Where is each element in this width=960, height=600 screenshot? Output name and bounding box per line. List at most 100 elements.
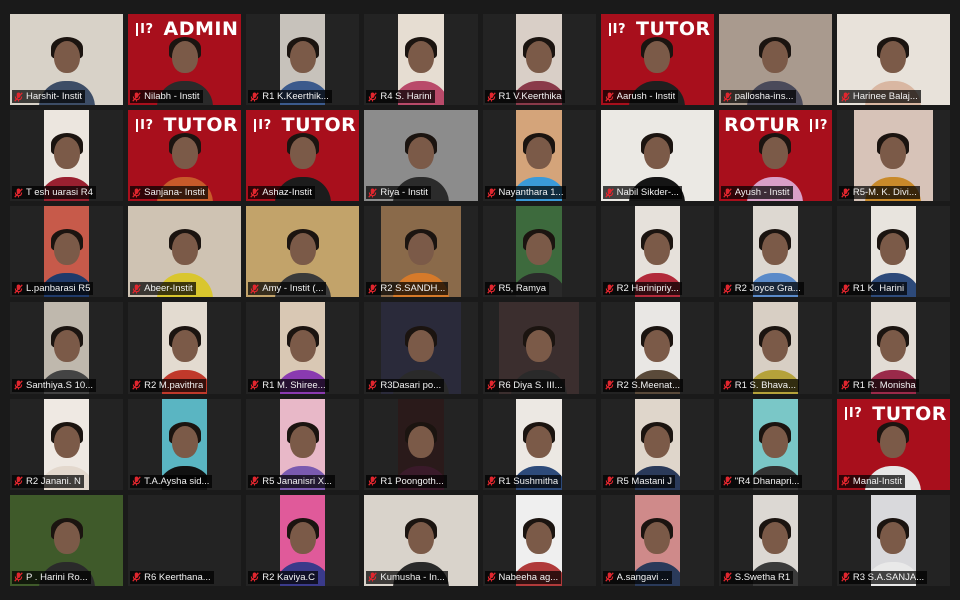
participant-name-badge: R1 R. Monisha — [838, 378, 919, 392]
participant-tile[interactable]: R2 Harinipriy... — [600, 206, 714, 298]
participant-tile[interactable]: Riya - Instit — [364, 110, 478, 202]
muted-mic-icon — [841, 476, 850, 486]
participant-name: Nilabh - Instit — [144, 91, 200, 103]
participant-head — [171, 425, 198, 458]
muted-mic-icon — [368, 92, 378, 102]
participant-tile[interactable]: I? TUTOR Ashaz-Instit — [246, 110, 360, 202]
participant-tile[interactable]: Harshit- Instit — [10, 14, 124, 106]
participant-tile[interactable]: R6 Keerthana... — [128, 494, 242, 586]
participant-tile[interactable]: R5, Ramya — [482, 206, 596, 298]
participant-tile[interactable]: R5-M. K. Divi... — [836, 110, 950, 202]
participant-name-badge: R6 Diya S. III... — [484, 378, 566, 392]
participant-name-badge: Nayanthara 1... — [484, 186, 567, 200]
muted-mic-icon — [841, 380, 850, 390]
participant-tile[interactable]: R1 R. Monisha — [836, 302, 950, 394]
participant-tile[interactable]: L.panbarasi R5 — [10, 206, 124, 298]
participant-head — [53, 521, 80, 554]
muted-mic-icon — [250, 92, 259, 102]
participant-name: Abeer-Instit — [144, 283, 193, 295]
participant-head — [53, 329, 80, 362]
participant-name-badge: R1 M. Shiree... — [248, 378, 329, 392]
participant-head — [880, 41, 907, 74]
participant-head — [407, 41, 434, 74]
participant-name: Riya - Instit — [380, 187, 428, 199]
participant-head — [644, 233, 671, 266]
participant-tile[interactable]: I? ADMIN Nilabh - Instit — [128, 14, 242, 106]
participant-tile[interactable]: Amy - Instit (... — [246, 206, 360, 298]
brand-logo-icon: I? — [254, 118, 271, 132]
participant-name-badge: R2 S.Meenat... — [602, 378, 683, 392]
participant-name: A.sangavi ... — [616, 571, 669, 583]
participant-tile[interactable]: "R4 Dhanapri... — [718, 398, 832, 490]
participant-tile[interactable]: R1 K.Keerthik... — [246, 14, 360, 106]
participant-name: R2 Harinipriy... — [616, 283, 679, 295]
participant-tile[interactable]: T esh uarasi R4 — [10, 110, 124, 202]
muted-mic-icon — [250, 476, 259, 486]
participant-name-badge: R1 Poongoth... — [366, 474, 447, 488]
participant-tile[interactable]: R1 K. Harini — [836, 206, 950, 298]
muted-mic-icon — [723, 284, 732, 294]
participant-tile[interactable]: R1 Poongoth... — [364, 398, 478, 490]
participant-tile[interactable]: Nabil Sikder-... — [600, 110, 714, 202]
participant-tile[interactable]: R6 Diya S. III... — [482, 302, 596, 394]
participant-name-badge: Sanjana- Instit — [130, 186, 208, 200]
participant-name: Amy - Instit (... — [262, 283, 324, 295]
participant-tile[interactable]: I? TUTOR Sanjana- Instit — [128, 110, 242, 202]
participant-tile[interactable]: R2 S.Meenat... — [600, 302, 714, 394]
participant-tile[interactable]: ROTUR I? Ayush - Instit — [718, 110, 832, 202]
participant-tile[interactable]: R2 M.pavithra — [128, 302, 242, 394]
participant-tile[interactable]: Santhiya.S 10... — [10, 302, 124, 394]
participant-head — [880, 137, 907, 170]
participant-tile[interactable]: Nayanthara 1... — [482, 110, 596, 202]
muted-mic-icon — [368, 572, 378, 583]
participant-name-badge: Riya - Instit — [366, 186, 431, 200]
participant-tile[interactable]: R2 Janani. N — [10, 398, 124, 490]
participant-head — [644, 521, 671, 554]
participant-name: P . Harini Ro... — [26, 571, 88, 583]
participant-tile[interactable]: Abeer-Instit — [128, 206, 242, 298]
participant-tile[interactable]: R4 S. Harini — [364, 14, 478, 106]
participant-name-badge: Aarush - Instit — [602, 90, 679, 104]
muted-mic-icon — [723, 572, 732, 583]
participant-tile[interactable]: P . Harini Ro... — [10, 494, 124, 586]
participant-tile[interactable]: R2 Kaviya.C — [246, 494, 360, 586]
muted-mic-icon — [486, 572, 496, 583]
muted-mic-icon — [368, 188, 378, 198]
participant-head — [526, 521, 553, 554]
participant-name: R2 Joyce Gra... — [734, 283, 801, 295]
participant-tile[interactable]: I? TUTOR Aarush - Instit — [600, 14, 714, 106]
participant-tile[interactable]: A.sangavi ... — [600, 494, 714, 586]
participant-head — [762, 521, 789, 554]
participant-head — [526, 425, 553, 458]
muted-mic-icon — [132, 572, 141, 583]
participant-tile[interactable]: T.A.Aysha sid... — [128, 398, 242, 490]
participant-head — [289, 329, 316, 362]
participant-tile[interactable]: I? TUTOR Manal-Instit — [836, 398, 950, 490]
participant-tile[interactable]: R1 Sushmitha — [482, 398, 596, 490]
participant-name-badge: R2 M.pavithra — [130, 378, 207, 392]
participant-tile[interactable]: Nabeeha ag... — [482, 494, 596, 586]
participant-head — [407, 521, 434, 554]
participant-name: R2 S.SANDH... — [380, 283, 446, 295]
participant-tile[interactable]: R2 Joyce Gra... — [718, 206, 832, 298]
participant-tile[interactable]: R3 S.A.SANJA... — [836, 494, 950, 586]
participant-tile[interactable]: Kumusha - In... — [364, 494, 478, 586]
participant-name: R1 K. Harini — [852, 283, 905, 295]
participant-name-badge: pallosha-ins... — [720, 90, 797, 104]
participant-name: R5, Ramya — [498, 283, 547, 295]
participant-name: R2 Janani. N — [26, 475, 81, 487]
participant-tile[interactable]: R2 S.SANDH... — [364, 206, 478, 298]
participant-tile[interactable]: R1 S. Bhava... — [718, 302, 832, 394]
participant-tile[interactable]: pallosha-ins... — [718, 14, 832, 106]
participant-tile[interactable]: R3Dasari po... — [364, 302, 478, 394]
participant-tile[interactable]: R1 M. Shiree... — [246, 302, 360, 394]
brand-logo-icon: I? — [608, 22, 626, 36]
participant-tile[interactable]: Harinee Balaj... — [836, 14, 950, 106]
muted-mic-icon — [604, 476, 614, 486]
participant-tile[interactable]: R1 V.Keerthika — [482, 14, 596, 106]
participant-tile[interactable]: S.Swetha R1 — [718, 494, 832, 586]
participant-head — [762, 137, 789, 170]
participant-name-badge: A.sangavi ... — [602, 570, 672, 584]
participant-tile[interactable]: R5 Jananisri X... — [246, 398, 360, 490]
participant-tile[interactable]: R5 Mastani J — [600, 398, 714, 490]
